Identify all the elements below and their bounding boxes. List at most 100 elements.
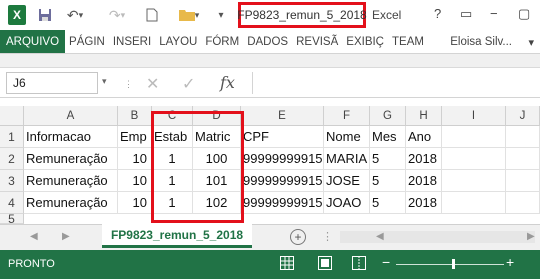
chevron-down-icon[interactable]: ▾ xyxy=(528,30,534,54)
cell[interactable]: 1 xyxy=(152,148,193,170)
tab-layout[interactable]: LAYOU xyxy=(155,30,201,53)
cell[interactable]: 5 xyxy=(370,148,406,170)
next-sheet-icon[interactable]: ▶ xyxy=(62,231,70,242)
cell[interactable]: Informacao xyxy=(24,126,118,148)
page-layout-icon[interactable] xyxy=(318,256,332,273)
sheet-tab-active[interactable]: FP9823_remun_5_2018 xyxy=(102,224,252,248)
column-header[interactable]: A xyxy=(24,106,118,126)
cell[interactable]: 99999999915 xyxy=(241,170,324,192)
cell[interactable]: 101 xyxy=(193,170,241,192)
tab-exibicao[interactable]: EXIBIÇ xyxy=(342,30,388,53)
name-box-dropdown-icon[interactable]: ▾ xyxy=(102,76,107,87)
enter-icon[interactable]: ✓ xyxy=(182,74,195,94)
cell[interactable]: 10 xyxy=(118,170,152,192)
cell[interactable]: 2018 xyxy=(406,170,442,192)
cell[interactable]: 1 xyxy=(152,192,193,214)
column-header[interactable]: H xyxy=(406,106,442,126)
row-header[interactable]: 2 xyxy=(0,148,24,170)
maximize-icon[interactable]: ▢ xyxy=(518,6,530,22)
row-header[interactable]: 5 xyxy=(0,214,24,224)
cell[interactable]: MARIA xyxy=(324,148,370,170)
cell[interactable]: Nome xyxy=(324,126,370,148)
cell[interactable]: 10 xyxy=(118,148,152,170)
help-icon[interactable]: ? xyxy=(434,6,441,21)
row-header[interactable]: 1 xyxy=(0,126,24,148)
column-header[interactable]: I xyxy=(442,106,506,126)
ribbon-display-icon[interactable]: ▭ xyxy=(460,6,472,22)
zoom-out-icon[interactable]: − xyxy=(382,254,390,270)
cell[interactable]: CPF xyxy=(241,126,324,148)
tab-dados[interactable]: DADOS xyxy=(243,30,292,53)
column-header[interactable]: C xyxy=(152,106,193,126)
tab-arquivo[interactable]: ARQUIVO xyxy=(0,30,66,53)
cell[interactable]: Emp xyxy=(118,126,152,148)
cell[interactable]: Mes xyxy=(370,126,406,148)
cancel-icon[interactable]: ✕ xyxy=(146,74,159,94)
tab-revisao[interactable]: REVISÃ xyxy=(292,30,342,53)
new-file-icon[interactable] xyxy=(144,5,160,25)
cell[interactable]: Estab xyxy=(152,126,193,148)
cell[interactable] xyxy=(506,170,540,192)
cell[interactable]: 99999999915 xyxy=(241,148,324,170)
cell[interactable] xyxy=(506,126,540,148)
name-box[interactable]: J6 xyxy=(6,72,98,94)
cell[interactable]: 5 xyxy=(370,170,406,192)
zoom-in-icon[interactable]: + xyxy=(506,254,514,270)
column-header[interactable]: B xyxy=(118,106,152,126)
cell[interactable]: Remuneração xyxy=(24,192,118,214)
cell[interactable] xyxy=(506,148,540,170)
cell[interactable]: 10 xyxy=(118,192,152,214)
add-sheet-icon[interactable]: + xyxy=(290,229,306,245)
zoom-slider[interactable] xyxy=(396,264,504,265)
horizontal-scrollbar[interactable] xyxy=(340,231,535,243)
cell[interactable]: 102 xyxy=(193,192,241,214)
scroll-splitter-icon[interactable]: ⋮ xyxy=(322,230,333,243)
column-header[interactable]: G xyxy=(370,106,406,126)
tab-team[interactable]: TEAM xyxy=(388,30,428,53)
formula-input[interactable] xyxy=(252,72,532,94)
row-header[interactable]: 3 xyxy=(0,170,24,192)
undo-icon[interactable]: ↶ ▾ xyxy=(62,5,88,25)
normal-view-icon[interactable] xyxy=(280,256,294,273)
save-icon[interactable] xyxy=(36,5,54,25)
cell[interactable]: Remuneração xyxy=(24,170,118,192)
cell[interactable]: Matric xyxy=(193,126,241,148)
column-header[interactable]: F xyxy=(324,106,370,126)
user-account[interactable]: Eloisa Silv... xyxy=(450,30,512,54)
tab-formulas[interactable]: FÓRM xyxy=(201,30,243,53)
cell[interactable]: JOSE xyxy=(324,170,370,192)
page-break-preview-icon[interactable] xyxy=(352,256,366,273)
cell[interactable] xyxy=(442,148,506,170)
excel-logo-icon[interactable]: X xyxy=(8,5,26,25)
customize-toolbar-icon[interactable]: ▾ xyxy=(214,5,228,25)
cell[interactable] xyxy=(442,126,506,148)
column-header[interactable]: E xyxy=(241,106,324,126)
redo-icon[interactable]: ↷ ▾ xyxy=(104,5,130,25)
minimize-icon[interactable]: − xyxy=(490,6,498,21)
cell[interactable]: 1 xyxy=(152,170,193,192)
cell[interactable]: 2018 xyxy=(406,192,442,214)
open-folder-icon[interactable]: ▾ xyxy=(176,5,202,25)
select-all-corner[interactable] xyxy=(0,106,24,126)
prev-sheet-icon[interactable]: ◀ xyxy=(30,231,38,242)
cell[interactable]: Ano xyxy=(406,126,442,148)
formula-bar: J6 ▾ ⋮ ✕ ✓ fx xyxy=(0,68,540,98)
cell[interactable] xyxy=(442,192,506,214)
cell[interactable]: 5 xyxy=(370,192,406,214)
cell[interactable]: 99999999915 xyxy=(241,192,324,214)
column-header[interactable]: J xyxy=(506,106,540,126)
cell[interactable]: Remuneração xyxy=(24,148,118,170)
cell[interactable]: 2018 xyxy=(406,148,442,170)
tab-inserir[interactable]: INSERI xyxy=(109,30,155,53)
cell[interactable]: 100 xyxy=(193,148,241,170)
scroll-right-icon[interactable]: ▶ xyxy=(527,231,535,242)
zoom-slider-handle[interactable] xyxy=(452,259,455,269)
cell[interactable] xyxy=(506,192,540,214)
cell[interactable] xyxy=(442,170,506,192)
scroll-left-icon[interactable]: ◀ xyxy=(376,231,384,242)
insert-function-icon[interactable]: fx xyxy=(220,73,235,92)
cell[interactable]: JOAO xyxy=(324,192,370,214)
row-header[interactable]: 4 xyxy=(0,192,24,214)
column-header[interactable]: D xyxy=(193,106,241,126)
tab-pagina-inicial[interactable]: PÁGIN xyxy=(65,30,109,53)
